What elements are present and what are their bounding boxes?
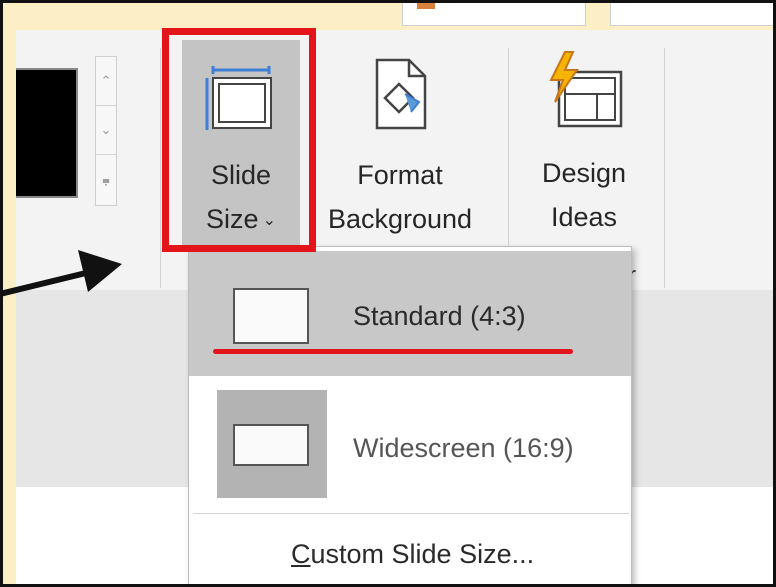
dropdown-separator — [193, 513, 629, 514]
custom-slide-size-text: ustom Slide Size... — [310, 539, 535, 569]
group-separator — [508, 48, 509, 248]
dropdown-item-label: Standard (4:3) — [353, 301, 526, 331]
gallery-scroll-up-button[interactable]: ⌃ — [96, 57, 116, 106]
dropdown-item-custom-slide-size[interactable]: Custom Slide Size... — [189, 519, 631, 587]
top-field-right[interactable] — [610, 0, 776, 26]
dropdown-item-standard[interactable]: Standard (4:3) — [189, 251, 631, 376]
annotation-arrow — [0, 250, 122, 297]
slide-size-label-text: Size — [206, 204, 259, 234]
color-swatch — [417, 0, 435, 9]
slide-size-label-line1: Slide — [210, 160, 272, 190]
theme-variant-thumbnail[interactable] — [16, 68, 78, 198]
top-field-left[interactable] — [402, 0, 586, 26]
gallery-scroll-down-button[interactable]: ⌄ — [96, 106, 116, 155]
slide-size-label-line2: Size ⌄ — [182, 197, 300, 243]
dropdown-item-widescreen[interactable]: Widescreen (16:9) — [189, 383, 631, 508]
group-separator — [160, 48, 161, 288]
chevron-down-icon: ⌄ — [100, 122, 112, 137]
standard-4x3-thumbnail-icon — [233, 288, 309, 344]
design-ideas-button[interactable]: Design Ideas — [524, 40, 644, 250]
widescreen-thumbnail-frame — [217, 390, 327, 498]
annotation-underline — [213, 349, 573, 354]
slide-size-button[interactable]: Slide Size ⌄ — [182, 40, 300, 250]
dropdown-item-label: Widescreen (16:9) — [353, 433, 574, 463]
slide-size-dropdown: Standard (4:3) Widescreen (16:9) Custom … — [188, 246, 632, 587]
dropdown-item-label: Custom Slide Size... — [291, 539, 534, 570]
widescreen-16x9-thumbnail-icon — [233, 424, 309, 466]
design-ideas-label-line1: Design — [541, 158, 627, 188]
design-ideas-label-line2: Ideas — [550, 202, 618, 232]
accelerator-key: C — [291, 539, 311, 569]
format-background-label-line1: Format — [357, 160, 443, 190]
gallery-scroll: ⌃ ⌄ ⩦ — [95, 56, 117, 206]
design-ideas-icon — [549, 51, 623, 128]
gallery-more-button[interactable]: ⩦ — [96, 155, 116, 204]
group-separator — [664, 48, 665, 288]
format-background-button[interactable]: Format Background — [306, 40, 494, 250]
more-icon: ⩦ — [102, 171, 110, 187]
chevron-down-icon: ⌄ — [262, 211, 276, 229]
format-background-label-line2: Background — [327, 204, 473, 234]
chevron-up-icon: ⌃ — [100, 73, 112, 88]
slide-size-icon — [205, 66, 272, 130]
format-background-icon — [375, 58, 427, 130]
